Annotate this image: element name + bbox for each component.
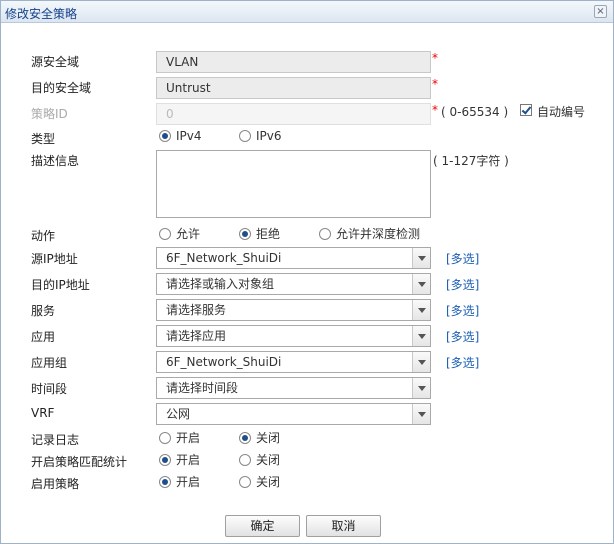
description-textarea[interactable] [156,150,431,218]
action-permit-inspect-radio[interactable]: 允许并深度检测 [319,225,420,242]
radio-icon [159,228,171,240]
dialog-title: 修改安全策略 [5,7,78,21]
enable-policy-off-radio[interactable]: 关闭 [239,473,280,490]
policy-id-label: 策略ID [31,107,68,121]
dst-ip-label: 目的IP地址 [31,278,90,292]
radio-selected-icon [159,476,171,488]
dialog-titlebar: 修改安全策略 × [1,1,613,23]
chevron-down-icon[interactable] [412,326,430,346]
action-label: 动作 [31,229,56,243]
radio-selected-icon [239,432,251,444]
auto-number-checkbox[interactable] [520,104,532,116]
radio-icon [159,432,171,444]
radio-selected-icon [239,228,251,240]
dst-zone-label: 目的安全域 [31,81,92,95]
type-ipv6-radio[interactable]: IPv6 [239,129,282,143]
description-length-hint: ( 1-127字符 ) [433,154,509,168]
radio-icon [239,130,251,142]
description-label: 描述信息 [31,154,80,168]
src-ip-label: 源IP地址 [31,252,78,266]
app-group-label: 应用组 [31,356,68,370]
app-group-multi-select-link[interactable]: [多选] [446,354,479,371]
log-on-radio[interactable]: 开启 [159,429,200,446]
match-stats-off-radio[interactable]: 关闭 [239,451,280,468]
auto-number-label: 自动编号 [537,105,586,119]
service-multi-select-link[interactable]: [多选] [446,302,479,319]
action-permit-radio[interactable]: 允许 [159,225,200,242]
enable-policy-on-radio[interactable]: 开启 [159,473,200,490]
time-range-label: 时间段 [31,382,68,396]
application-label: 应用 [31,330,56,344]
enable-policy-label: 启用策略 [31,477,80,491]
application-multi-select-link[interactable]: [多选] [446,328,479,345]
application-select[interactable]: 请选择应用 [156,325,431,347]
time-range-select[interactable]: 请选择时间段 [156,377,431,399]
required-mark: * [432,77,438,91]
type-label: 类型 [31,132,56,146]
service-label: 服务 [31,304,56,318]
match-stats-label: 开启策略匹配统计 [31,455,128,469]
chevron-down-icon[interactable] [412,300,430,320]
radio-icon [319,228,331,240]
radio-icon [239,476,251,488]
policy-id-input: 0 [156,103,431,125]
match-stats-on-radio[interactable]: 开启 [159,451,200,468]
radio-selected-icon [159,454,171,466]
dst-ip-multi-select-link[interactable]: [多选] [446,276,479,293]
service-select[interactable]: 请选择服务 [156,299,431,321]
chevron-down-icon[interactable] [412,274,430,294]
ok-button[interactable]: 确定 [225,515,300,537]
dst-ip-select[interactable]: 请选择或输入对象组 [156,273,431,295]
log-off-radio[interactable]: 关闭 [239,429,280,446]
edit-security-policy-dialog: 修改安全策略 × 源安全域 VLAN * 目的安全域 Untrust * 策略I… [0,0,614,544]
chevron-down-icon[interactable] [412,248,430,268]
src-ip-multi-select-link[interactable]: [多选] [446,250,479,267]
log-label: 记录日志 [31,433,80,447]
chevron-down-icon[interactable] [412,378,430,398]
src-zone-field: VLAN [156,51,431,73]
chevron-down-icon[interactable] [412,404,430,424]
policy-id-range-hint: ( 0-65534 ) [441,105,509,119]
required-mark: * [432,51,438,65]
src-zone-label: 源安全域 [31,55,80,69]
dst-zone-field: Untrust [156,77,431,99]
required-mark: * [432,103,438,117]
radio-selected-icon [159,130,171,142]
close-icon[interactable]: × [594,5,607,18]
vrf-select[interactable]: 公网 [156,403,431,425]
type-ipv4-radio[interactable]: IPv4 [159,129,202,143]
app-group-select[interactable]: 6F_Network_ShuiDi [156,351,431,373]
chevron-down-icon[interactable] [412,352,430,372]
action-deny-radio[interactable]: 拒绝 [239,225,280,242]
vrf-label: VRF [31,406,55,420]
cancel-button[interactable]: 取消 [306,515,381,537]
src-ip-select[interactable]: 6F_Network_ShuiDi [156,247,431,269]
radio-icon [239,454,251,466]
